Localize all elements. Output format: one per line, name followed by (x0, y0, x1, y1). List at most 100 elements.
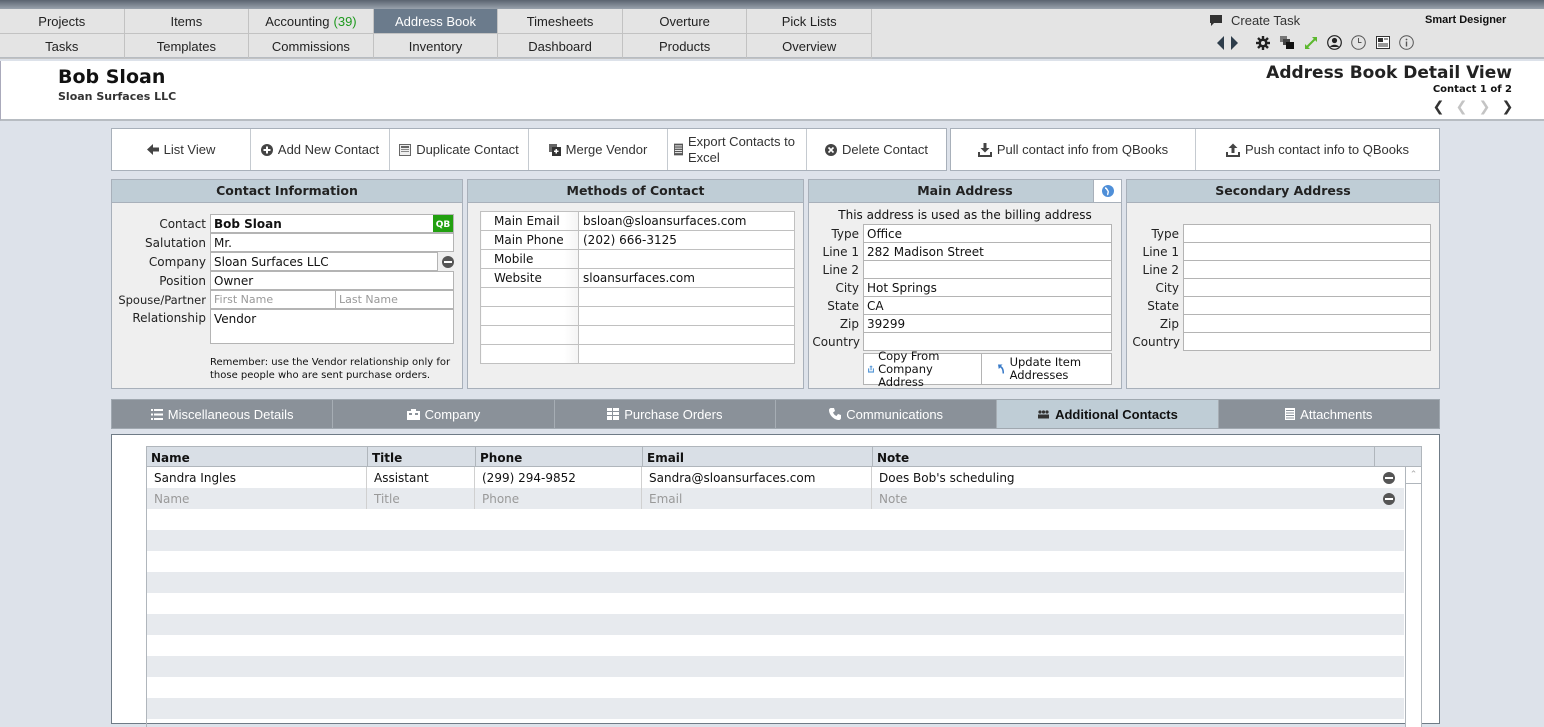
secondary-line1-field[interactable] (1183, 242, 1431, 261)
delete-row-icon[interactable] (1383, 471, 1395, 484)
tab-company[interactable]: Company (333, 400, 555, 428)
main-type-field[interactable]: Office (863, 224, 1112, 243)
push-to-qbooks-button[interactable]: Push contact info to QBooks (1196, 129, 1439, 170)
nav-templates[interactable]: Templates (124, 34, 250, 59)
spouse-first-name-field[interactable]: First Name (210, 290, 336, 309)
nav-overture[interactable]: Overture (622, 9, 748, 34)
tab-attachments[interactable]: Attachments (1219, 400, 1439, 428)
column-header-name[interactable]: Name (147, 447, 368, 466)
nav-projects[interactable]: Projects (0, 9, 125, 34)
quickbooks-badge[interactable]: QB (433, 215, 453, 232)
next-record-chevron-icon[interactable]: ❯ (1478, 99, 1491, 115)
nav-commissions[interactable]: Commissions (249, 34, 374, 59)
table-row[interactable]: Sandra Ingles Assistant (299) 294-9852 S… (147, 467, 1404, 488)
expand-icon[interactable] (1303, 35, 1318, 50)
nav-address-book[interactable]: Address Book (373, 9, 499, 34)
relationship-field[interactable]: Vendor (210, 309, 454, 344)
cell-email[interactable]: Sandra@sloansurfaces.com (642, 467, 872, 488)
new-phone-input[interactable]: Phone (475, 488, 642, 509)
export-contacts-button[interactable]: Export Contacts to Excel (668, 129, 807, 170)
nav-products[interactable]: Products (622, 34, 748, 59)
last-record-chevron-icon[interactable]: ❯ (1501, 99, 1514, 115)
copy-from-company-address-button[interactable]: Copy From Company Address (864, 349, 982, 388)
nav-accounting[interactable]: Accounting (39) (249, 9, 374, 34)
column-header-email[interactable]: Email (643, 447, 873, 466)
remove-company-icon[interactable] (442, 255, 454, 268)
cell-phone[interactable]: (299) 294-9852 (475, 467, 642, 488)
method-label[interactable] (480, 306, 579, 326)
main-zip-field[interactable]: 39299 (863, 314, 1112, 333)
list-view-button[interactable]: List View (112, 129, 251, 170)
method-label[interactable]: Main Phone (480, 230, 579, 250)
update-item-addresses-button[interactable]: Update Item Addresses (982, 354, 1111, 384)
nav-pick-lists[interactable]: Pick Lists (747, 9, 872, 34)
tab-miscellaneous-details[interactable]: Miscellaneous Details (112, 400, 334, 428)
website-field[interactable]: sloansurfaces.com (578, 268, 795, 288)
main-email-field[interactable]: bsloan@sloansurfaces.com (578, 211, 795, 231)
duplicate-contact-button[interactable]: Duplicate Contact (390, 129, 529, 170)
pull-from-qbooks-button[interactable]: Pull contact info from QBooks (951, 129, 1196, 170)
column-header-phone[interactable]: Phone (476, 447, 643, 466)
tab-purchase-orders[interactable]: Purchase Orders (555, 400, 776, 428)
method-label[interactable]: Mobile (480, 249, 579, 269)
position-field[interactable]: Owner (210, 271, 454, 290)
method-label[interactable]: Main Email (480, 211, 579, 231)
news-icon[interactable] (1375, 35, 1390, 50)
table-scrollbar[interactable]: ⌃ (1405, 467, 1422, 727)
first-record-chevron-icon[interactable]: ❮ (1432, 99, 1445, 115)
scroll-up-icon[interactable]: ⌃ (1406, 467, 1421, 484)
method-value-field[interactable] (578, 344, 795, 364)
add-new-contact-button[interactable]: Add New Contact (251, 129, 390, 170)
back-arrow-icon[interactable] (1217, 35, 1225, 50)
user-icon[interactable] (1327, 35, 1342, 50)
secondary-city-field[interactable] (1183, 278, 1431, 297)
map-globe-button[interactable] (1093, 180, 1121, 202)
main-line2-field[interactable] (863, 260, 1112, 279)
previous-record-chevron-icon[interactable]: ❮ (1455, 99, 1468, 115)
nav-timesheets[interactable]: Timesheets (498, 9, 623, 34)
mobile-field[interactable] (578, 249, 795, 269)
nav-overview[interactable]: Overview (747, 34, 872, 59)
clock-icon[interactable] (1351, 35, 1366, 50)
spouse-last-name-field[interactable]: Last Name (336, 290, 454, 309)
delete-contact-button[interactable]: Delete Contact (807, 129, 946, 170)
column-header-note[interactable]: Note (873, 447, 1375, 466)
method-label[interactable] (480, 325, 579, 345)
method-value-field[interactable] (578, 287, 795, 307)
company-field[interactable]: Sloan Surfaces LLC (210, 252, 438, 271)
secondary-zip-field[interactable] (1183, 314, 1431, 333)
cell-note[interactable]: Does Bob's scheduling (872, 467, 1374, 488)
salutation-field[interactable]: Mr. (210, 233, 454, 252)
info-icon[interactable] (1399, 35, 1414, 50)
forward-arrow-icon[interactable] (1230, 35, 1238, 50)
new-email-input[interactable]: Email (642, 488, 872, 509)
secondary-state-field[interactable] (1183, 296, 1431, 315)
method-label[interactable] (480, 287, 579, 307)
nav-dashboard[interactable]: Dashboard (498, 34, 623, 59)
method-value-field[interactable] (578, 306, 795, 326)
merge-vendor-button[interactable]: Merge Vendor (529, 129, 668, 170)
new-name-input[interactable]: Name (147, 488, 367, 509)
secondary-type-field[interactable] (1183, 224, 1431, 243)
create-task-button[interactable]: Create Task (1209, 13, 1300, 28)
method-label[interactable]: Website (480, 268, 579, 288)
main-phone-field[interactable]: (202) 666-3125 (578, 230, 795, 250)
main-state-field[interactable]: CA (863, 296, 1112, 315)
new-contact-row[interactable]: Name Title Phone Email Note (147, 488, 1404, 509)
secondary-line2-field[interactable] (1183, 260, 1431, 279)
nav-inventory[interactable]: Inventory (373, 34, 499, 59)
delete-row-icon[interactable] (1383, 492, 1395, 505)
main-line1-field[interactable]: 282 Madison Street (863, 242, 1112, 261)
cell-title[interactable]: Assistant (367, 467, 475, 488)
tab-communications[interactable]: Communications (776, 400, 998, 428)
nav-items[interactable]: Items (124, 9, 250, 34)
method-value-field[interactable] (578, 325, 795, 345)
cell-name[interactable]: Sandra Ingles (147, 467, 367, 488)
windows-icon[interactable] (1279, 35, 1294, 50)
new-note-input[interactable]: Note (872, 488, 1374, 509)
secondary-country-field[interactable] (1183, 332, 1431, 351)
main-city-field[interactable]: Hot Springs (863, 278, 1112, 297)
contact-name-field[interactable]: Bob Sloan QB (210, 214, 454, 233)
nav-tasks[interactable]: Tasks (0, 34, 125, 59)
tab-additional-contacts[interactable]: Additional Contacts (997, 400, 1219, 428)
